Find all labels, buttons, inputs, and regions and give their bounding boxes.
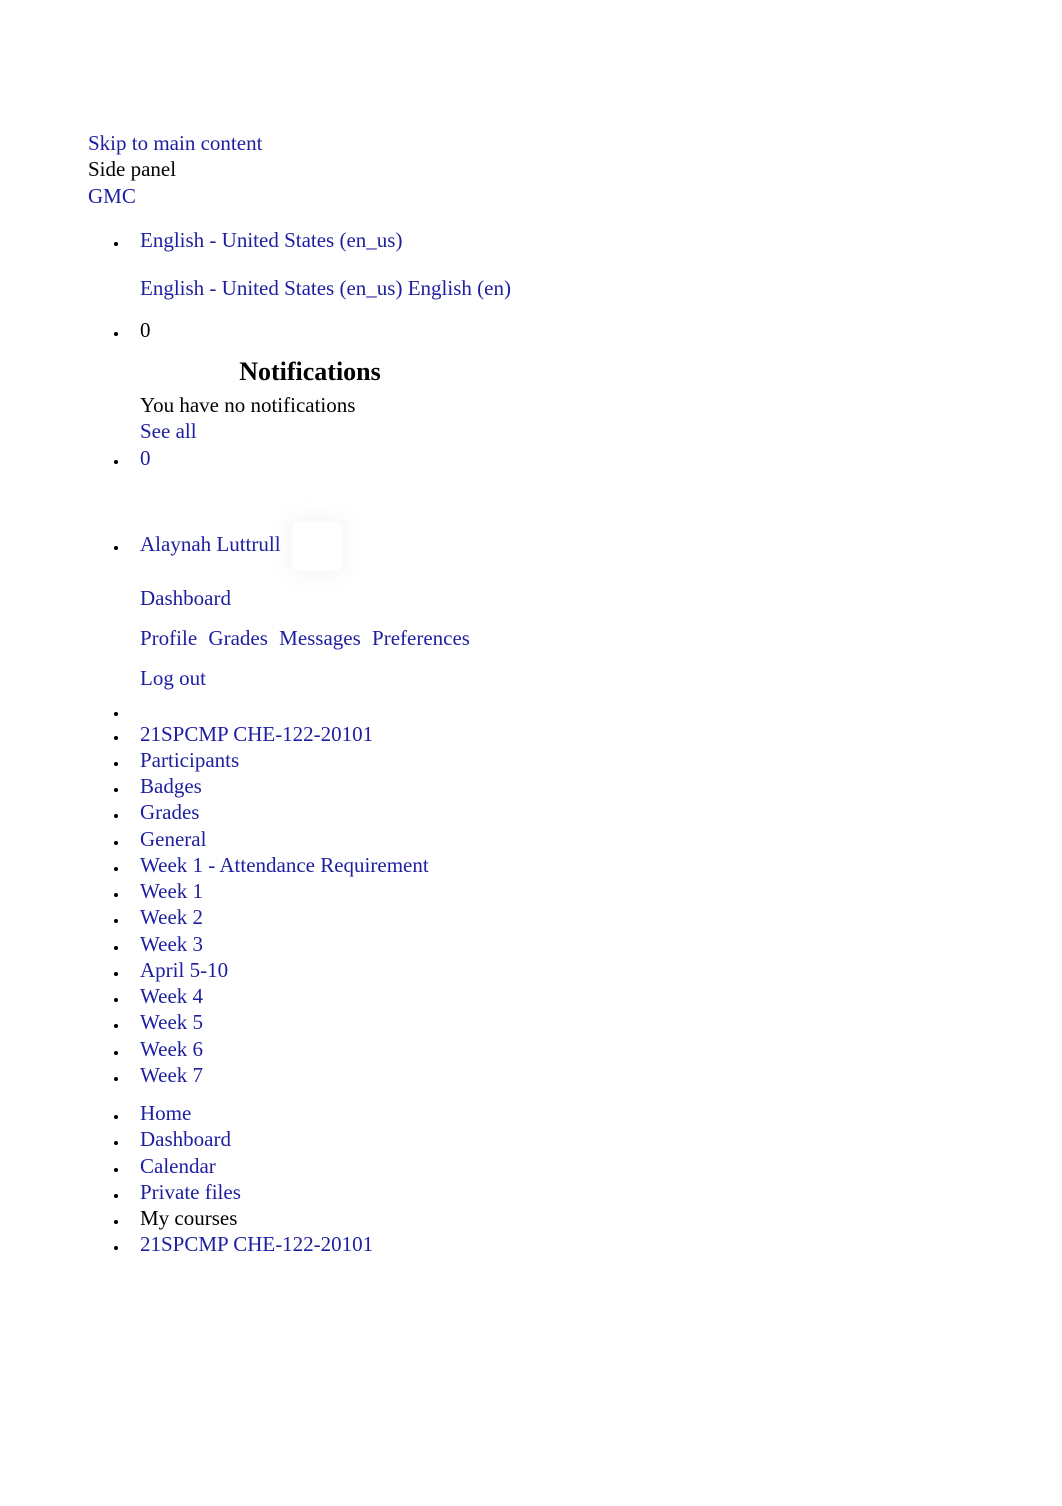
language-option-enus[interactable]: English - United States ‎(en_us)‎ (140, 276, 402, 300)
nav-week4[interactable]: Week 4 (140, 984, 203, 1008)
user-profile[interactable]: Profile (140, 626, 197, 650)
nav-april-5-10[interactable]: April 5-10 (140, 958, 228, 982)
site-dashboard[interactable]: Dashboard (140, 1127, 231, 1151)
notifications-see-all[interactable]: See all (140, 419, 197, 443)
nav-week3[interactable]: Week 3 (140, 932, 203, 956)
logout[interactable]: Log out (140, 666, 206, 690)
nav-week1[interactable]: Week 1 (140, 879, 203, 903)
skip-to-main-content[interactable]: Skip to main content (88, 131, 262, 155)
language-option-en[interactable]: English ‎(en)‎ (408, 276, 511, 300)
messages-count[interactable]: 0 (140, 446, 151, 470)
avatar-icon (292, 521, 342, 571)
language-current[interactable]: English - United States ‎(en_us)‎ (140, 228, 402, 252)
site-home[interactable]: Home (140, 1101, 191, 1125)
notifications-empty-text: You have no notifications (140, 392, 1062, 418)
nav-week6[interactable]: Week 6 (140, 1037, 203, 1061)
user-preferences[interactable]: Preferences (372, 626, 470, 650)
nav-course[interactable]: 21SPCMP CHE-122-20101 (140, 722, 373, 746)
site-calendar[interactable]: Calendar (140, 1154, 216, 1178)
notifications-heading: Notifications (140, 356, 480, 389)
site-course[interactable]: 21SPCMP CHE-122-20101 (140, 1232, 373, 1256)
nav-week5[interactable]: Week 5 (140, 1010, 203, 1034)
user-messages[interactable]: Messages (279, 626, 361, 650)
nav-badges[interactable]: Badges (140, 774, 202, 798)
nav-grades[interactable]: Grades (140, 800, 199, 824)
notification-count: 0 (140, 318, 151, 342)
nav-week7[interactable]: Week 7 (140, 1063, 203, 1087)
site-private-files[interactable]: Private files (140, 1180, 241, 1204)
nav-general[interactable]: General (140, 827, 206, 851)
site-my-courses-label: My courses (140, 1206, 237, 1230)
user-grades[interactable]: Grades (208, 626, 267, 650)
user-name[interactable]: Alaynah Luttrull (140, 532, 281, 556)
nav-participants[interactable]: Participants (140, 748, 239, 772)
nav-week1-attendance[interactable]: Week 1 - Attendance Requirement (140, 853, 429, 877)
user-dashboard[interactable]: Dashboard (140, 586, 231, 610)
brand-link[interactable]: GMC (88, 184, 136, 208)
nav-week2[interactable]: Week 2 (140, 905, 203, 929)
side-panel-label: Side panel (88, 157, 176, 181)
